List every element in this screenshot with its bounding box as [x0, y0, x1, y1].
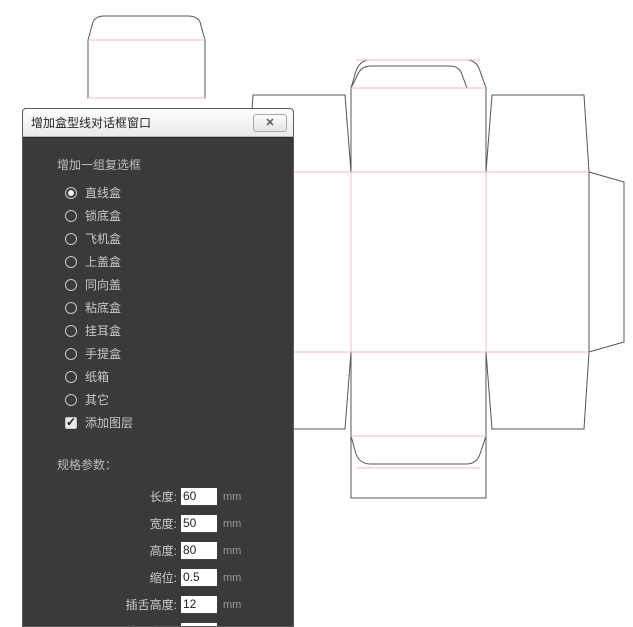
param-unit: mm	[223, 545, 241, 557]
box-type-radio[interactable]: 纸箱	[65, 365, 293, 388]
params-group: 长度: mm 宽度: mm 高度: mm 缩位: mm 插舌高度: mm 粘口宽度: mm	[23, 483, 293, 626]
param-label: 长度:	[23, 488, 181, 505]
dialog-body: 增加一组复选框 直线盒锁底盒飞机盒上盖盒同向盖粘底盒挂耳盒手提盒纸箱其它 添加图…	[23, 137, 293, 626]
param-unit: mm	[223, 626, 241, 627]
radio-icon[interactable]	[65, 325, 77, 337]
param-row: 插舌高度: mm	[23, 591, 293, 618]
param-unit: mm	[223, 518, 241, 530]
radio-label: 粘底盒	[85, 299, 121, 316]
box-type-radio[interactable]: 挂耳盒	[65, 319, 293, 342]
box-type-radio[interactable]: 锁底盒	[65, 204, 293, 227]
radio-label: 上盖盒	[85, 253, 121, 270]
box-type-radio[interactable]: 其它	[65, 388, 293, 411]
radio-icon[interactable]	[65, 279, 77, 291]
param-label: 高度:	[23, 542, 181, 559]
radio-icon[interactable]	[65, 256, 77, 268]
param-input[interactable]	[181, 488, 217, 506]
param-unit: mm	[223, 599, 241, 611]
box-type-radio[interactable]: 上盖盒	[65, 250, 293, 273]
radio-label: 直线盒	[85, 184, 121, 201]
add-layer-checkbox-row[interactable]: 添加图层	[23, 411, 293, 434]
box-type-radio-group: 直线盒锁底盒飞机盒上盖盒同向盖粘底盒挂耳盒手提盒纸箱其它	[23, 181, 293, 411]
param-row: 宽度: mm	[23, 510, 293, 537]
box-type-radio[interactable]: 粘底盒	[65, 296, 293, 319]
radio-label: 纸箱	[85, 368, 109, 385]
param-input[interactable]	[181, 569, 217, 587]
box-type-radio[interactable]: 直线盒	[65, 181, 293, 204]
radio-label: 手提盒	[85, 345, 121, 362]
box-type-radio[interactable]: 飞机盒	[65, 227, 293, 250]
radio-icon[interactable]	[65, 302, 77, 314]
box-type-radio[interactable]: 手提盒	[65, 342, 293, 365]
box-type-group-label: 增加一组复选框	[23, 152, 293, 181]
param-unit: mm	[223, 491, 241, 503]
param-label: 粘口宽度:	[23, 623, 181, 626]
param-input[interactable]	[181, 596, 217, 614]
param-row: 高度: mm	[23, 537, 293, 564]
param-input[interactable]	[181, 623, 217, 627]
param-row: 粘口宽度: mm	[23, 618, 293, 626]
dialog-titlebar[interactable]: 增加盒型线对话框窗口 ✕	[23, 109, 293, 137]
radio-icon[interactable]	[65, 394, 77, 406]
radio-icon[interactable]	[65, 210, 77, 222]
add-layer-checkbox[interactable]	[65, 417, 77, 429]
add-layer-label: 添加图层	[85, 414, 133, 431]
radio-icon[interactable]	[65, 233, 77, 245]
add-box-line-dialog: 增加盒型线对话框窗口 ✕ 增加一组复选框 直线盒锁底盒飞机盒上盖盒同向盖粘底盒挂…	[22, 108, 294, 627]
radio-icon[interactable]	[65, 348, 77, 360]
radio-label: 挂耳盒	[85, 322, 121, 339]
radio-label: 其它	[85, 391, 109, 408]
dialog-title: 增加盒型线对话框窗口	[31, 114, 253, 131]
param-row: 缩位: mm	[23, 564, 293, 591]
param-unit: mm	[223, 572, 241, 584]
close-icon: ✕	[265, 116, 274, 129]
params-section-label: 规格参数：	[23, 434, 293, 483]
radio-label: 同向盖	[85, 276, 121, 293]
radio-icon[interactable]	[65, 187, 77, 199]
close-button[interactable]: ✕	[253, 114, 287, 132]
radio-label: 飞机盒	[85, 230, 121, 247]
param-input[interactable]	[181, 515, 217, 533]
param-label: 宽度:	[23, 515, 181, 532]
param-label: 插舌高度:	[23, 596, 181, 613]
param-row: 长度: mm	[23, 483, 293, 510]
radio-icon[interactable]	[65, 371, 77, 383]
param-input[interactable]	[181, 542, 217, 560]
param-label: 缩位:	[23, 569, 181, 586]
radio-label: 锁底盒	[85, 207, 121, 224]
box-type-radio[interactable]: 同向盖	[65, 273, 293, 296]
